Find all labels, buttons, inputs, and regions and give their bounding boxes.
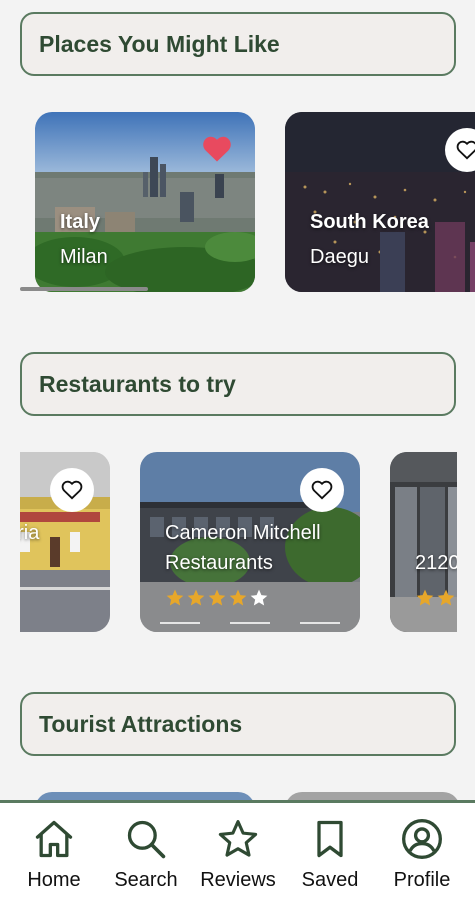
heart-outline-icon xyxy=(456,140,475,160)
heart-filled-icon xyxy=(203,136,231,162)
tab-reviews[interactable]: Reviews xyxy=(193,817,283,897)
place-city: Milan xyxy=(60,246,108,268)
place-country: South Korea xyxy=(310,211,429,233)
restaurant-name-line1: Cameron Mitchell xyxy=(165,522,321,544)
star-filled-icon xyxy=(208,589,226,606)
horizontal-scroll-indicator xyxy=(20,287,148,291)
tab-label: Reviews xyxy=(200,869,276,891)
restaurant-rating xyxy=(165,588,269,608)
favorite-button-restaurant-partial[interactable] xyxy=(50,468,94,512)
home-icon xyxy=(35,820,73,858)
place-card-south-korea[interactable]: South Korea Daegu xyxy=(285,112,475,292)
bottom-tab-bar: Home Search Reviews Saved Profile xyxy=(0,800,475,903)
places-carousel[interactable]: Italy Milan South Korea Daegu xyxy=(0,112,475,294)
carousel-left-mask xyxy=(0,452,20,634)
star-filled-icon xyxy=(187,589,205,606)
restaurants-section-title: Restaurants to try xyxy=(39,370,236,397)
attractions-section-title: Tourist Attractions xyxy=(39,710,243,737)
favorite-button-italy[interactable] xyxy=(200,132,234,166)
tab-label: Saved xyxy=(301,869,359,891)
tab-label: Home xyxy=(27,869,81,891)
tab-profile[interactable]: Profile xyxy=(377,817,467,897)
tab-home[interactable]: Home xyxy=(9,817,99,897)
star-filled-icon xyxy=(416,589,434,606)
star-filled-icon xyxy=(437,589,455,606)
restaurant-name-line2: Restaurants xyxy=(165,552,273,574)
restaurant-card-cameron-mitchell[interactable]: Cameron Mitchell Restaurants xyxy=(140,452,360,632)
star-empty-icon xyxy=(250,589,268,606)
star-filled-icon xyxy=(166,589,184,606)
place-country: Italy xyxy=(60,211,101,233)
tab-label: Profile xyxy=(393,869,451,891)
heart-outline-icon xyxy=(311,480,333,500)
search-icon xyxy=(127,820,166,859)
tab-search[interactable]: Search xyxy=(101,817,191,897)
place-card-italy[interactable]: Italy Milan xyxy=(35,112,255,292)
places-section-title: Places You Might Like xyxy=(39,30,280,57)
restaurant-name-partial: 2120 xyxy=(415,552,460,574)
favorite-button-cameron-mitchell[interactable] xyxy=(300,468,344,512)
tab-label: Search xyxy=(114,869,178,891)
tab-saved[interactable]: Saved xyxy=(285,817,375,897)
place-city: Daegu xyxy=(310,246,369,268)
attractions-section-header: Tourist Attractions xyxy=(20,692,456,756)
star-filled-icon xyxy=(229,589,247,606)
restaurants-section-header: Restaurants to try xyxy=(20,352,456,416)
heart-outline-icon xyxy=(61,480,83,500)
star-icon xyxy=(218,820,258,857)
places-section-header: Places You Might Like xyxy=(20,12,456,76)
restaurants-carousel[interactable]: oria Cameron Mitchell Restaurants 2120 xyxy=(0,452,475,634)
bookmark-icon xyxy=(317,820,343,858)
restaurant-rating xyxy=(415,588,456,608)
carousel-right-mask xyxy=(457,452,475,634)
profile-icon xyxy=(402,819,442,859)
